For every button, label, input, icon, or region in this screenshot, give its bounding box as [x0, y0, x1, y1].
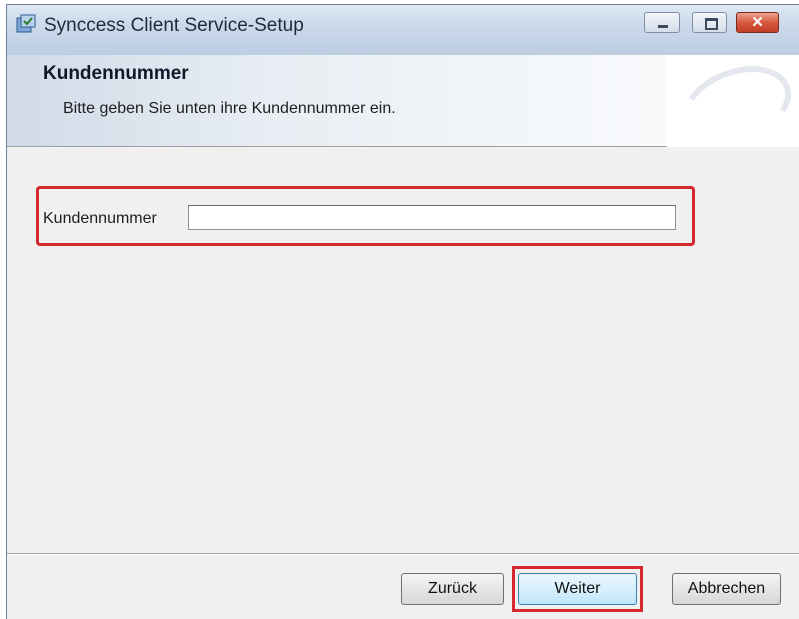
customer-number-label: Kundennummer [43, 210, 157, 227]
installer-icon [16, 14, 36, 33]
cancel-button[interactable]: Abbrechen [672, 573, 781, 605]
page-subtitle: Bitte geben Sie unten ihre Kundennummer … [63, 100, 396, 117]
setup-window: Synccess Client Service-Setup ✕ Kundennu… [6, 4, 799, 619]
title-bar[interactable]: Synccess Client Service-Setup ✕ [7, 5, 799, 55]
minimize-button[interactable] [644, 12, 680, 33]
header-banner: Kundennummer Bitte geben Sie unten ihre … [7, 52, 799, 158]
customer-number-input[interactable] [188, 205, 676, 230]
maximize-button[interactable] [692, 12, 727, 33]
footer-divider [7, 553, 799, 555]
close-button[interactable]: ✕ [736, 12, 779, 33]
next-button[interactable]: Weiter [518, 573, 637, 605]
close-icon: ✕ [751, 14, 764, 31]
maximize-icon [705, 18, 718, 30]
window-title: Synccess Client Service-Setup [44, 15, 304, 36]
minimize-icon [658, 25, 668, 28]
page-title: Kundennummer [43, 63, 189, 84]
banner-logo [667, 52, 799, 158]
logo-swoosh-icon [672, 52, 799, 158]
back-button[interactable]: Zurück [401, 573, 504, 605]
